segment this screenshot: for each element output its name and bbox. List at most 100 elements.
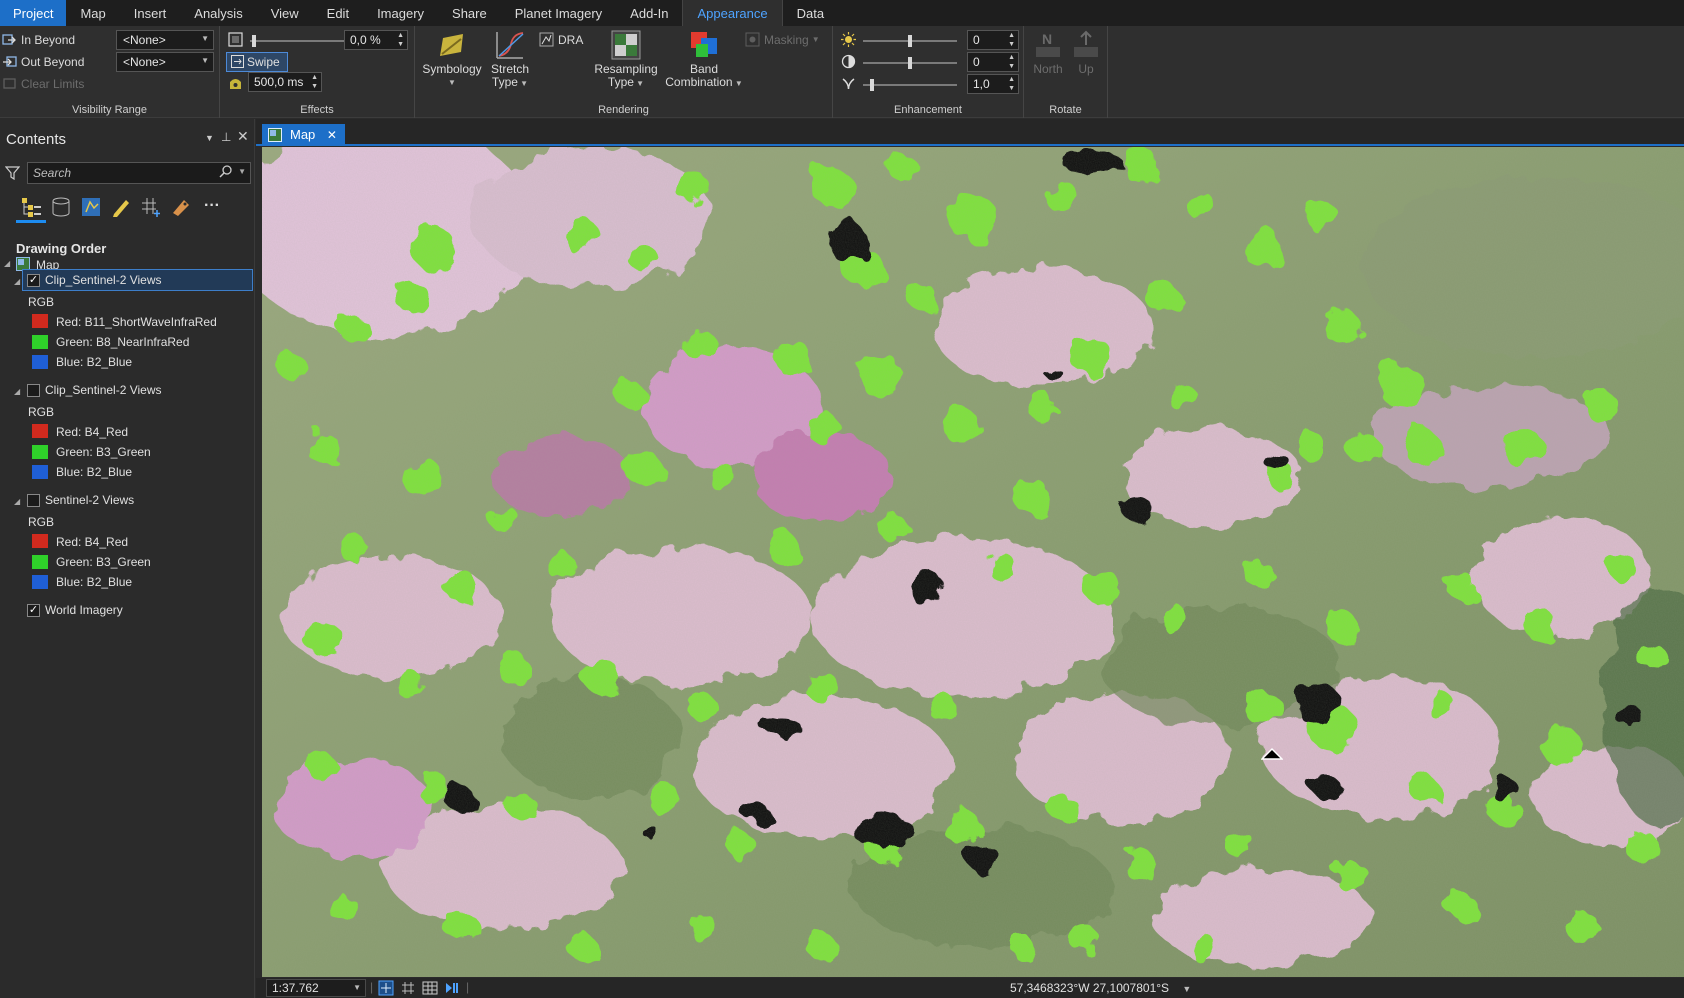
transparency-slider[interactable] — [250, 35, 358, 47]
filter-icon[interactable] — [4, 165, 21, 183]
brightness-slider[interactable] — [863, 35, 957, 47]
stretch-type-button[interactable]: Stretch Type ▼ — [485, 30, 535, 90]
tab-data[interactable]: Data — [783, 0, 838, 26]
ribbon: In Beyond Out Beyond Clear Limits <None>… — [0, 26, 1684, 118]
band-combination-button[interactable]: Band Combination ▼ — [661, 30, 747, 90]
tab-add-in[interactable]: Add-In — [616, 0, 682, 26]
table-grid-icon[interactable] — [422, 980, 438, 998]
gamma-input[interactable]: 1,0 ▲ ▼ — [967, 74, 1019, 94]
clear-limits-button[interactable]: Clear Limits — [2, 76, 84, 91]
tab-edit[interactable]: Edit — [313, 0, 363, 26]
layer-visibility-checkbox[interactable] — [27, 384, 40, 397]
in-beyond-select[interactable]: <None> ▼ — [116, 30, 214, 50]
collapse-triangle-icon[interactable]: ◢ — [14, 277, 20, 286]
map-canvas[interactable] — [262, 147, 1684, 977]
chevron-down-icon[interactable]: ▼ — [1182, 984, 1191, 994]
red-band-swatch[interactable] — [32, 314, 48, 328]
tab-view[interactable]: View — [257, 0, 313, 26]
search-input[interactable]: Search ▼ — [27, 162, 251, 184]
blue-band-swatch[interactable] — [32, 355, 48, 369]
tab-analysis[interactable]: Analysis — [180, 0, 256, 26]
contrast-input[interactable]: 0 ▲ ▼ — [967, 52, 1019, 72]
close-icon[interactable]: ✕ — [327, 128, 337, 142]
tab-appearance[interactable]: Appearance — [682, 0, 783, 26]
divider: | — [370, 980, 374, 994]
layer-visibility-checkbox[interactable]: ✓ — [27, 274, 40, 287]
grid-snap-icon[interactable] — [400, 980, 416, 998]
layer-name[interactable]: World Imagery — [45, 603, 123, 617]
layer-name[interactable]: Clip_Sentinel-2 Views — [45, 383, 162, 397]
refresh-pause-icon[interactable] — [444, 980, 460, 998]
tab-share[interactable]: Share — [438, 0, 501, 26]
spinner-arrows-icon[interactable]: ▲ ▼ — [1008, 31, 1015, 49]
tab-insert[interactable]: Insert — [120, 0, 181, 26]
gamma-slider[interactable] — [863, 79, 957, 91]
green-band-swatch[interactable] — [32, 335, 48, 349]
flicker-rate-input[interactable]: 500,0 ms ▲ ▼ — [248, 72, 322, 92]
cursor-coordinates: 57,3468323°W 27,1007801°S ▼ — [1010, 981, 1191, 995]
search-icon[interactable] — [219, 165, 232, 181]
list-by-editing-icon[interactable] — [110, 196, 132, 218]
green-band-swatch[interactable] — [32, 445, 48, 459]
map-view-tab[interactable]: Map ✕ — [262, 124, 345, 146]
red-band-swatch[interactable] — [32, 424, 48, 438]
tab-imagery[interactable]: Imagery — [363, 0, 438, 26]
close-icon[interactable]: ✕ — [237, 128, 249, 145]
brightness-slider-thumb[interactable] — [908, 35, 912, 47]
in-beyond-label: In Beyond — [21, 32, 76, 47]
rendering-group: Symbology ▼ Stretch Type ▼ DRA Resamplin… — [415, 26, 833, 118]
dra-label: DRA — [558, 32, 584, 47]
collapse-triangle-icon[interactable]: ◢ — [4, 259, 10, 268]
spinner-arrows-icon[interactable]: ▲ ▼ — [1008, 53, 1015, 71]
symbology-button[interactable]: Symbology ▼ — [421, 30, 483, 89]
blue-band-swatch[interactable] — [32, 465, 48, 479]
chevron-down-icon[interactable]: ▼ — [238, 167, 246, 176]
up-button[interactable]: Up — [1068, 30, 1104, 76]
brightness-input[interactable]: 0 ▲ ▼ — [967, 30, 1019, 50]
in-beyond-button[interactable]: In Beyond — [2, 32, 75, 47]
out-beyond-button[interactable]: Out Beyond — [2, 54, 84, 69]
north-button[interactable]: N North — [1030, 30, 1066, 76]
list-by-drawing-order-icon[interactable] — [20, 196, 42, 218]
search-placeholder: Search — [33, 166, 72, 180]
masking-button[interactable]: Masking ▼ — [745, 32, 820, 47]
dra-toggle[interactable]: DRA — [539, 32, 583, 47]
contents-title: Contents — [6, 131, 67, 148]
up-label: Up — [1078, 62, 1094, 76]
list-by-snapping-icon[interactable] — [140, 196, 162, 218]
green-band-swatch[interactable] — [32, 555, 48, 569]
collapse-triangle-icon[interactable]: ◢ — [14, 497, 20, 506]
pin-icon[interactable]: ⊥ — [221, 130, 231, 144]
more-options-icon[interactable]: ··· — [204, 196, 226, 218]
tab-project[interactable]: Project — [0, 0, 67, 26]
spinner-arrows-icon[interactable]: ▲ ▼ — [397, 31, 404, 49]
spinner-arrows-icon[interactable]: ▲ ▼ — [1008, 75, 1015, 93]
tab-map[interactable]: Map — [66, 0, 119, 26]
layer-name[interactable]: Clip_Sentinel-2 Views — [45, 273, 162, 287]
pane-menu-icon[interactable]: ▼ — [205, 133, 214, 143]
resampling-type-button[interactable]: Resampling Type ▼ — [591, 30, 661, 90]
out-beyond-select[interactable]: <None> ▼ — [116, 52, 214, 72]
layer-visibility-checkbox[interactable] — [27, 494, 40, 507]
swipe-button[interactable]: Swipe — [226, 52, 288, 72]
chevron-down-icon: ▼ — [732, 79, 743, 88]
transparency-input[interactable]: 0,0 % ▲ ▼ — [344, 30, 408, 50]
map-scale-select[interactable]: 1:37.762 ▼ — [266, 979, 366, 997]
contrast-slider[interactable] — [863, 57, 957, 69]
fixed-zoom-icon[interactable] — [378, 980, 394, 998]
gamma-slider-thumb[interactable] — [870, 79, 874, 91]
in-beyond-icon — [2, 32, 17, 47]
layer-name[interactable]: Sentinel-2 Views — [45, 493, 134, 507]
contrast-slider-thumb[interactable] — [908, 57, 912, 69]
band-label: Red: B4_Red — [56, 535, 129, 549]
transparency-slider-thumb[interactable] — [252, 35, 256, 47]
layer-visibility-checkbox[interactable]: ✓ — [27, 604, 40, 617]
blue-band-swatch[interactable] — [32, 575, 48, 589]
list-by-labeling-icon[interactable] — [170, 196, 192, 218]
list-by-source-icon[interactable] — [50, 196, 72, 218]
collapse-triangle-icon[interactable]: ◢ — [14, 387, 20, 396]
tab-planet-imagery[interactable]: Planet Imagery — [501, 0, 616, 26]
spinner-arrows-icon[interactable]: ▲ ▼ — [311, 73, 318, 91]
list-by-selection-icon[interactable] — [80, 196, 102, 218]
red-band-swatch[interactable] — [32, 534, 48, 548]
